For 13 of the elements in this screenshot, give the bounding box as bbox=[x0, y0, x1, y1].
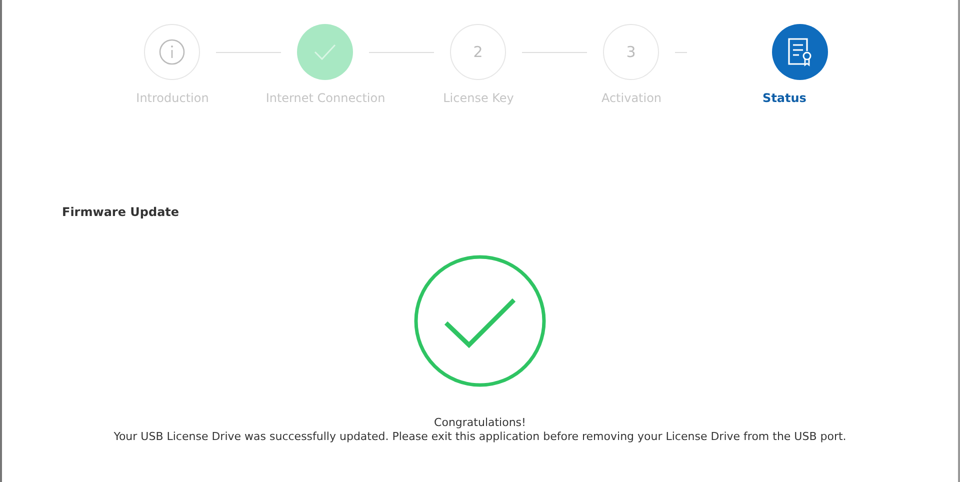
congratulations-heading: Congratulations! bbox=[433, 416, 527, 430]
step-label: Activation bbox=[600, 90, 663, 107]
step-circle: 3 bbox=[603, 24, 659, 80]
step-label: License Key bbox=[442, 90, 515, 107]
step-circle: 2 bbox=[450, 24, 506, 80]
step-label: Introduction bbox=[135, 90, 210, 107]
section-title: Firmware Update bbox=[62, 204, 180, 221]
certificate-icon bbox=[787, 37, 813, 67]
info-icon bbox=[159, 39, 185, 65]
step-label: Internet Connection bbox=[264, 90, 386, 107]
check-icon bbox=[313, 43, 337, 61]
step-label: Status bbox=[762, 90, 808, 107]
success-message: Your USB License Drive was successfully updated. Please exit this application before removing your License Drive from the USB port. bbox=[112, 430, 848, 444]
